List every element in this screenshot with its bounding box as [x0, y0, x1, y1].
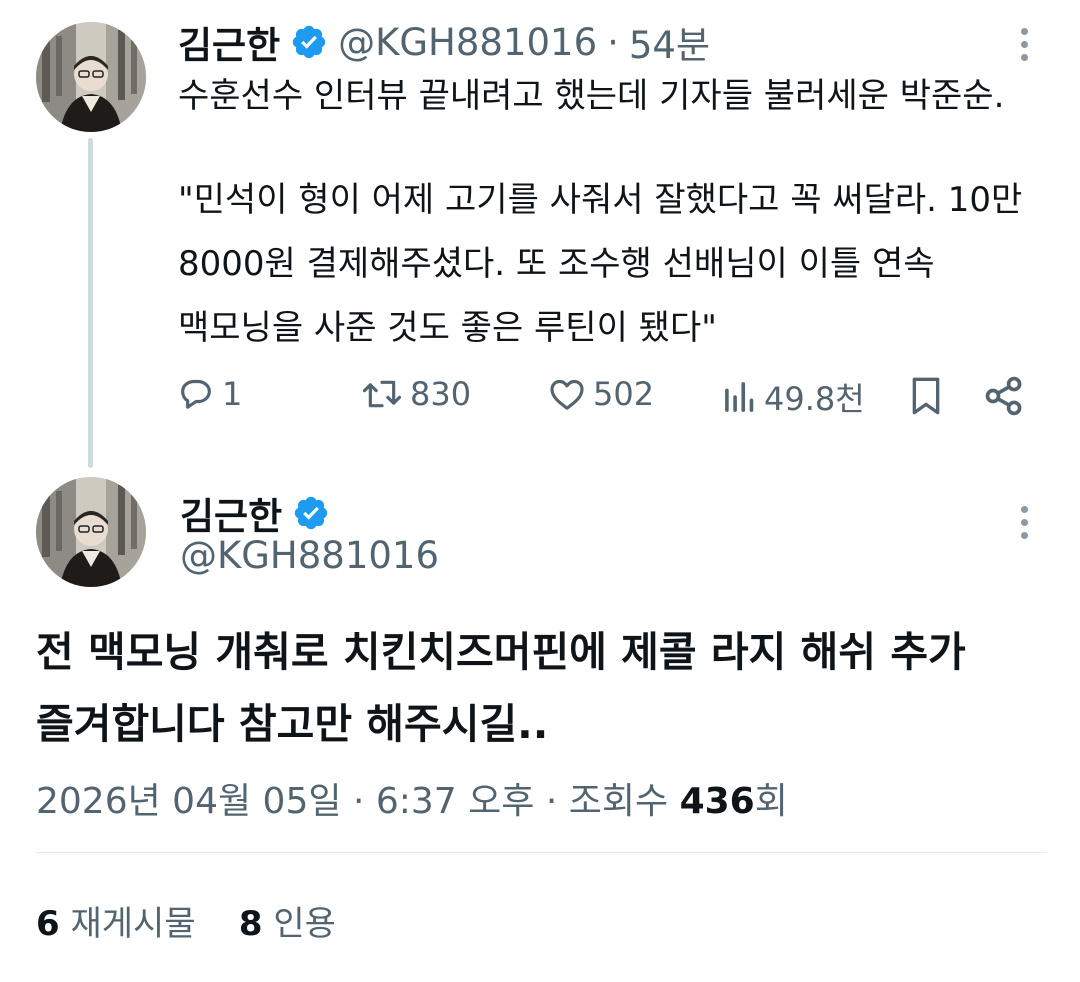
reposts-count: 6	[36, 904, 60, 944]
reply-icon	[181, 379, 211, 409]
parent-text-line: 맥모닝을 사준 것도 좋은 루틴이 됐다"	[178, 308, 717, 348]
reposts-link[interactable]: 6 재게시물	[36, 904, 196, 944]
main-avatar[interactable]	[36, 477, 146, 587]
reply-button[interactable]: 1	[176, 374, 242, 414]
verified-badge-icon	[292, 25, 326, 59]
parent-avatar[interactable]	[36, 22, 146, 132]
main-text: 전 맥모닝 개춰로 치킨치즈머핀에 제콜 라지 해쉬 추가 즐겨합니다 참고만 …	[36, 616, 1036, 760]
like-count: 502	[593, 375, 655, 413]
meta-separator: ·	[545, 781, 558, 822]
main-text-line: 즐겨합니다 참고만 해주시길..	[36, 700, 549, 748]
quotes-label: 인용	[273, 904, 336, 944]
divider	[36, 852, 1046, 853]
retweet-button[interactable]: 830	[360, 374, 471, 414]
verified-badge-icon	[294, 496, 328, 530]
analytics-icon	[725, 382, 754, 412]
views-count-main: 436	[679, 781, 755, 822]
parent-text: 수훈선수 인터뷰 끝내려고 했는데 기자들 불러세운 박준순. "민석이 형이 …	[178, 64, 1038, 360]
reply-count: 1	[222, 375, 243, 413]
main-text-line: 전 맥모닝 개춰로 치킨치즈머핀에 제콜 라지 해쉬 추가	[36, 628, 966, 676]
like-button[interactable]: 502	[547, 374, 654, 414]
parent-header: 김근한 @KGH881016 · 54분	[178, 15, 710, 69]
quotes-link[interactable]: 8 인용	[239, 904, 336, 944]
retweet-count: 830	[410, 375, 472, 413]
quotes-count: 8	[238, 904, 263, 944]
main-author-row: 김근한	[180, 486, 330, 540]
heart-icon	[550, 379, 584, 410]
main-author-name[interactable]: 김근한	[180, 486, 282, 540]
main-handle[interactable]: @KGH881016	[180, 534, 439, 577]
views-label: 조회수	[568, 781, 669, 822]
tweet-meta: 2026년 04월 05일 · 6:37 오후 · 조회수 436회	[36, 772, 788, 824]
retweet-icon	[362, 380, 402, 408]
parent-text-line: 수훈선수 인터뷰 끝내려고 했는데 기자들 불러세운 박준순.	[178, 76, 1005, 116]
thread-line	[88, 138, 93, 468]
tweet-date[interactable]: 2026년 04월 05일	[36, 781, 341, 822]
parent-text-line: "민석이 형이 어제 고기를 사줘서 잘했다고 꼭 써달라. 10만	[178, 180, 1023, 220]
share-icon[interactable]	[982, 374, 1026, 418]
engagement-stats: 6 재게시물 8 인용	[36, 896, 336, 945]
reposts-label: 재게시물	[70, 904, 196, 944]
meta-separator: ·	[352, 781, 365, 822]
bookmark-icon[interactable]	[906, 374, 946, 418]
main-more-icon[interactable]	[1018, 506, 1030, 545]
parent-handle[interactable]: @KGH881016	[338, 21, 597, 64]
header-separator: ·	[607, 20, 619, 64]
views-button[interactable]: 49.8천	[722, 374, 865, 420]
views-count: 49.8천	[764, 380, 865, 418]
parent-time[interactable]: 54분	[629, 15, 710, 69]
views-unit: 회	[754, 781, 788, 822]
parent-more-icon[interactable]	[1018, 28, 1030, 67]
parent-text-line: 8000원 결제해주셨다. 또 조수행 선배님이 이틀 연속	[178, 244, 935, 284]
parent-author-name[interactable]: 김근한	[178, 15, 280, 69]
tweet-time[interactable]: 6:37 오후	[376, 781, 535, 822]
